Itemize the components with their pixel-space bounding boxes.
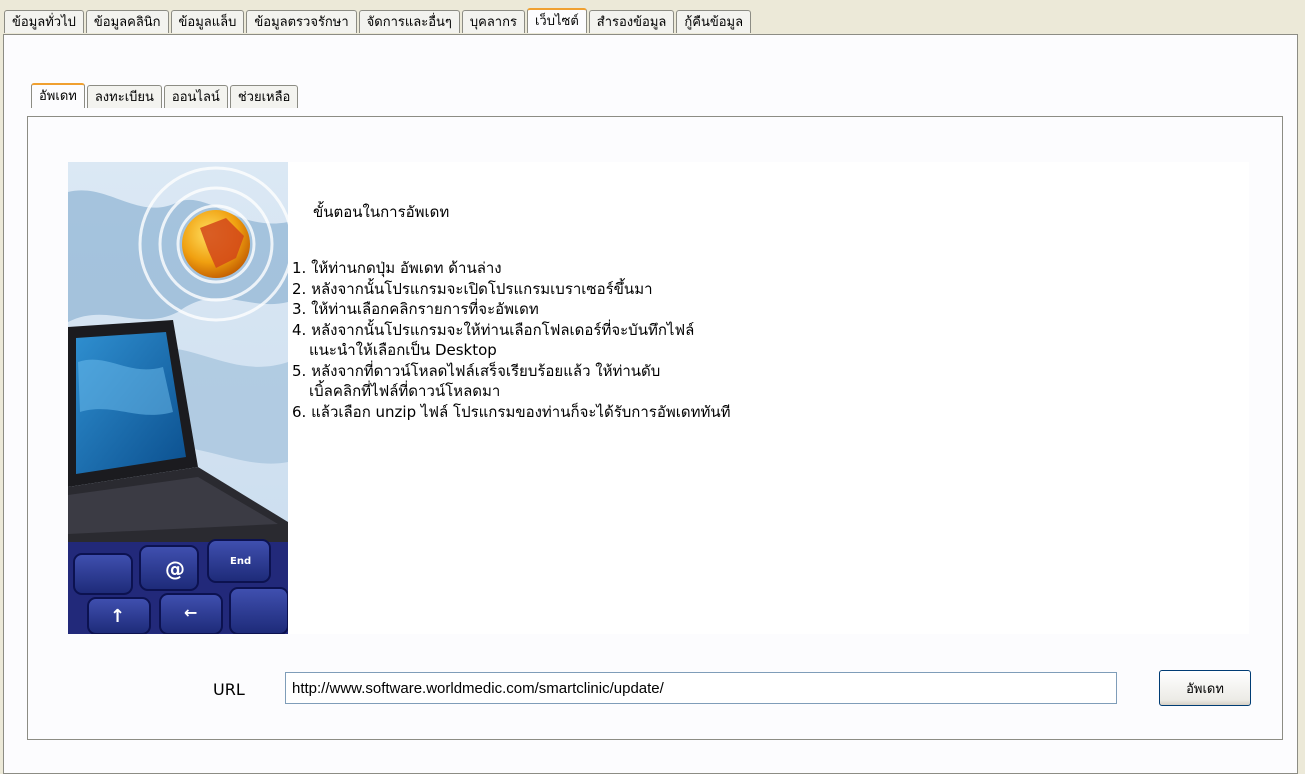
step-text: 1. ให้ท่านกดปุ่ม อัพเดท ด้านล่าง [292,259,502,277]
update-step: 4. หลังจากนั้นโปรแกรมจะให้ท่านเลือกโฟลเด… [292,320,731,361]
svg-text:↑: ↑ [110,606,125,627]
step-text: 6. แล้วเลือก unzip ไฟล์ โปรแกรมของท่านก็… [292,402,731,421]
main-tab-bar: ข้อมูลทั่วไป ข้อมูลคลินิก ข้อมูลแล็บ ข้อ… [4,8,753,35]
update-steps-heading: ขั้นตอนในการอัพเดท [313,203,450,221]
tab-clinic-info[interactable]: ข้อมูลคลินิก [85,10,169,33]
laptop-globe-illustration: @ ↑ ← End [68,162,288,634]
svg-text:←: ← [184,603,197,622]
update-step: 3. ให้ท่านเลือกคลิกรายการที่จะอัพเดท [292,299,731,320]
step-text-continued: เบิ้ลคลิกที่ไฟล์ที่ดาวน์โหลดมา [309,382,501,400]
step-text: 4. หลังจากนั้นโปรแกรมจะให้ท่านเลือกโฟลเด… [292,320,695,339]
tab-personnel[interactable]: บุคลากร [461,10,525,33]
update-step: 6. แล้วเลือก unzip ไฟล์ โปรแกรมของท่านก็… [292,402,731,423]
svg-text:@: @ [165,557,185,581]
url-field[interactable] [285,672,1117,704]
tab-general-info[interactable]: ข้อมูลทั่วไป [4,10,84,33]
subtab-help[interactable]: ช่วยเหลือ [229,85,299,108]
update-button[interactable]: อัพเดท [1159,670,1251,706]
update-instructions-area: @ ↑ ← End ขั้นตอนในการอัพเดท 1. ให้ท่านก… [68,162,1249,634]
subtab-update[interactable]: อัพเดท [31,83,85,108]
step-text: 2. หลังจากนั้นโปรแกรมจะเปิดโปรแกรมเบราเซ… [292,279,653,298]
step-text-continued: แนะนำให้เลือกเป็น Desktop [309,341,497,359]
update-step: 1. ให้ท่านกดปุ่ม อัพเดท ด้านล่าง [292,258,731,279]
tab-website[interactable]: เว็บไซต์ [526,8,587,33]
svg-text:End: End [230,556,251,567]
tab-treatment-info[interactable]: ข้อมูลตรวจรักษา [246,10,357,33]
subtab-online[interactable]: ออนไลน์ [163,85,228,108]
tab-restore[interactable]: กู้คืนข้อมูล [676,10,752,33]
step-text: 5. หลังจากที่ดาวน์โหลดไฟล์เสร็จเรียบร้อย… [292,361,661,380]
url-label: URL [213,680,245,699]
website-sub-tab-bar: อัพเดท ลงทะเบียน ออนไลน์ ช่วยเหลือ [31,83,300,110]
subtab-register[interactable]: ลงทะเบียน [86,85,162,108]
tab-backup[interactable]: สำรองข้อมูล [588,10,675,33]
tab-lab-info[interactable]: ข้อมูลแล็บ [170,10,245,33]
tab-manage-other[interactable]: จัดการและอื่นๆ [358,10,460,33]
update-steps-list: 1. ให้ท่านกดปุ่ม อัพเดท ด้านล่าง 2. หลัง… [292,258,731,422]
step-text: 3. ให้ท่านเลือกคลิกรายการที่จะอัพเดท [292,300,539,318]
update-step: 5. หลังจากที่ดาวน์โหลดไฟล์เสร็จเรียบร้อย… [292,361,731,402]
update-step: 2. หลังจากนั้นโปรแกรมจะเปิดโปรแกรมเบราเซ… [292,279,731,300]
